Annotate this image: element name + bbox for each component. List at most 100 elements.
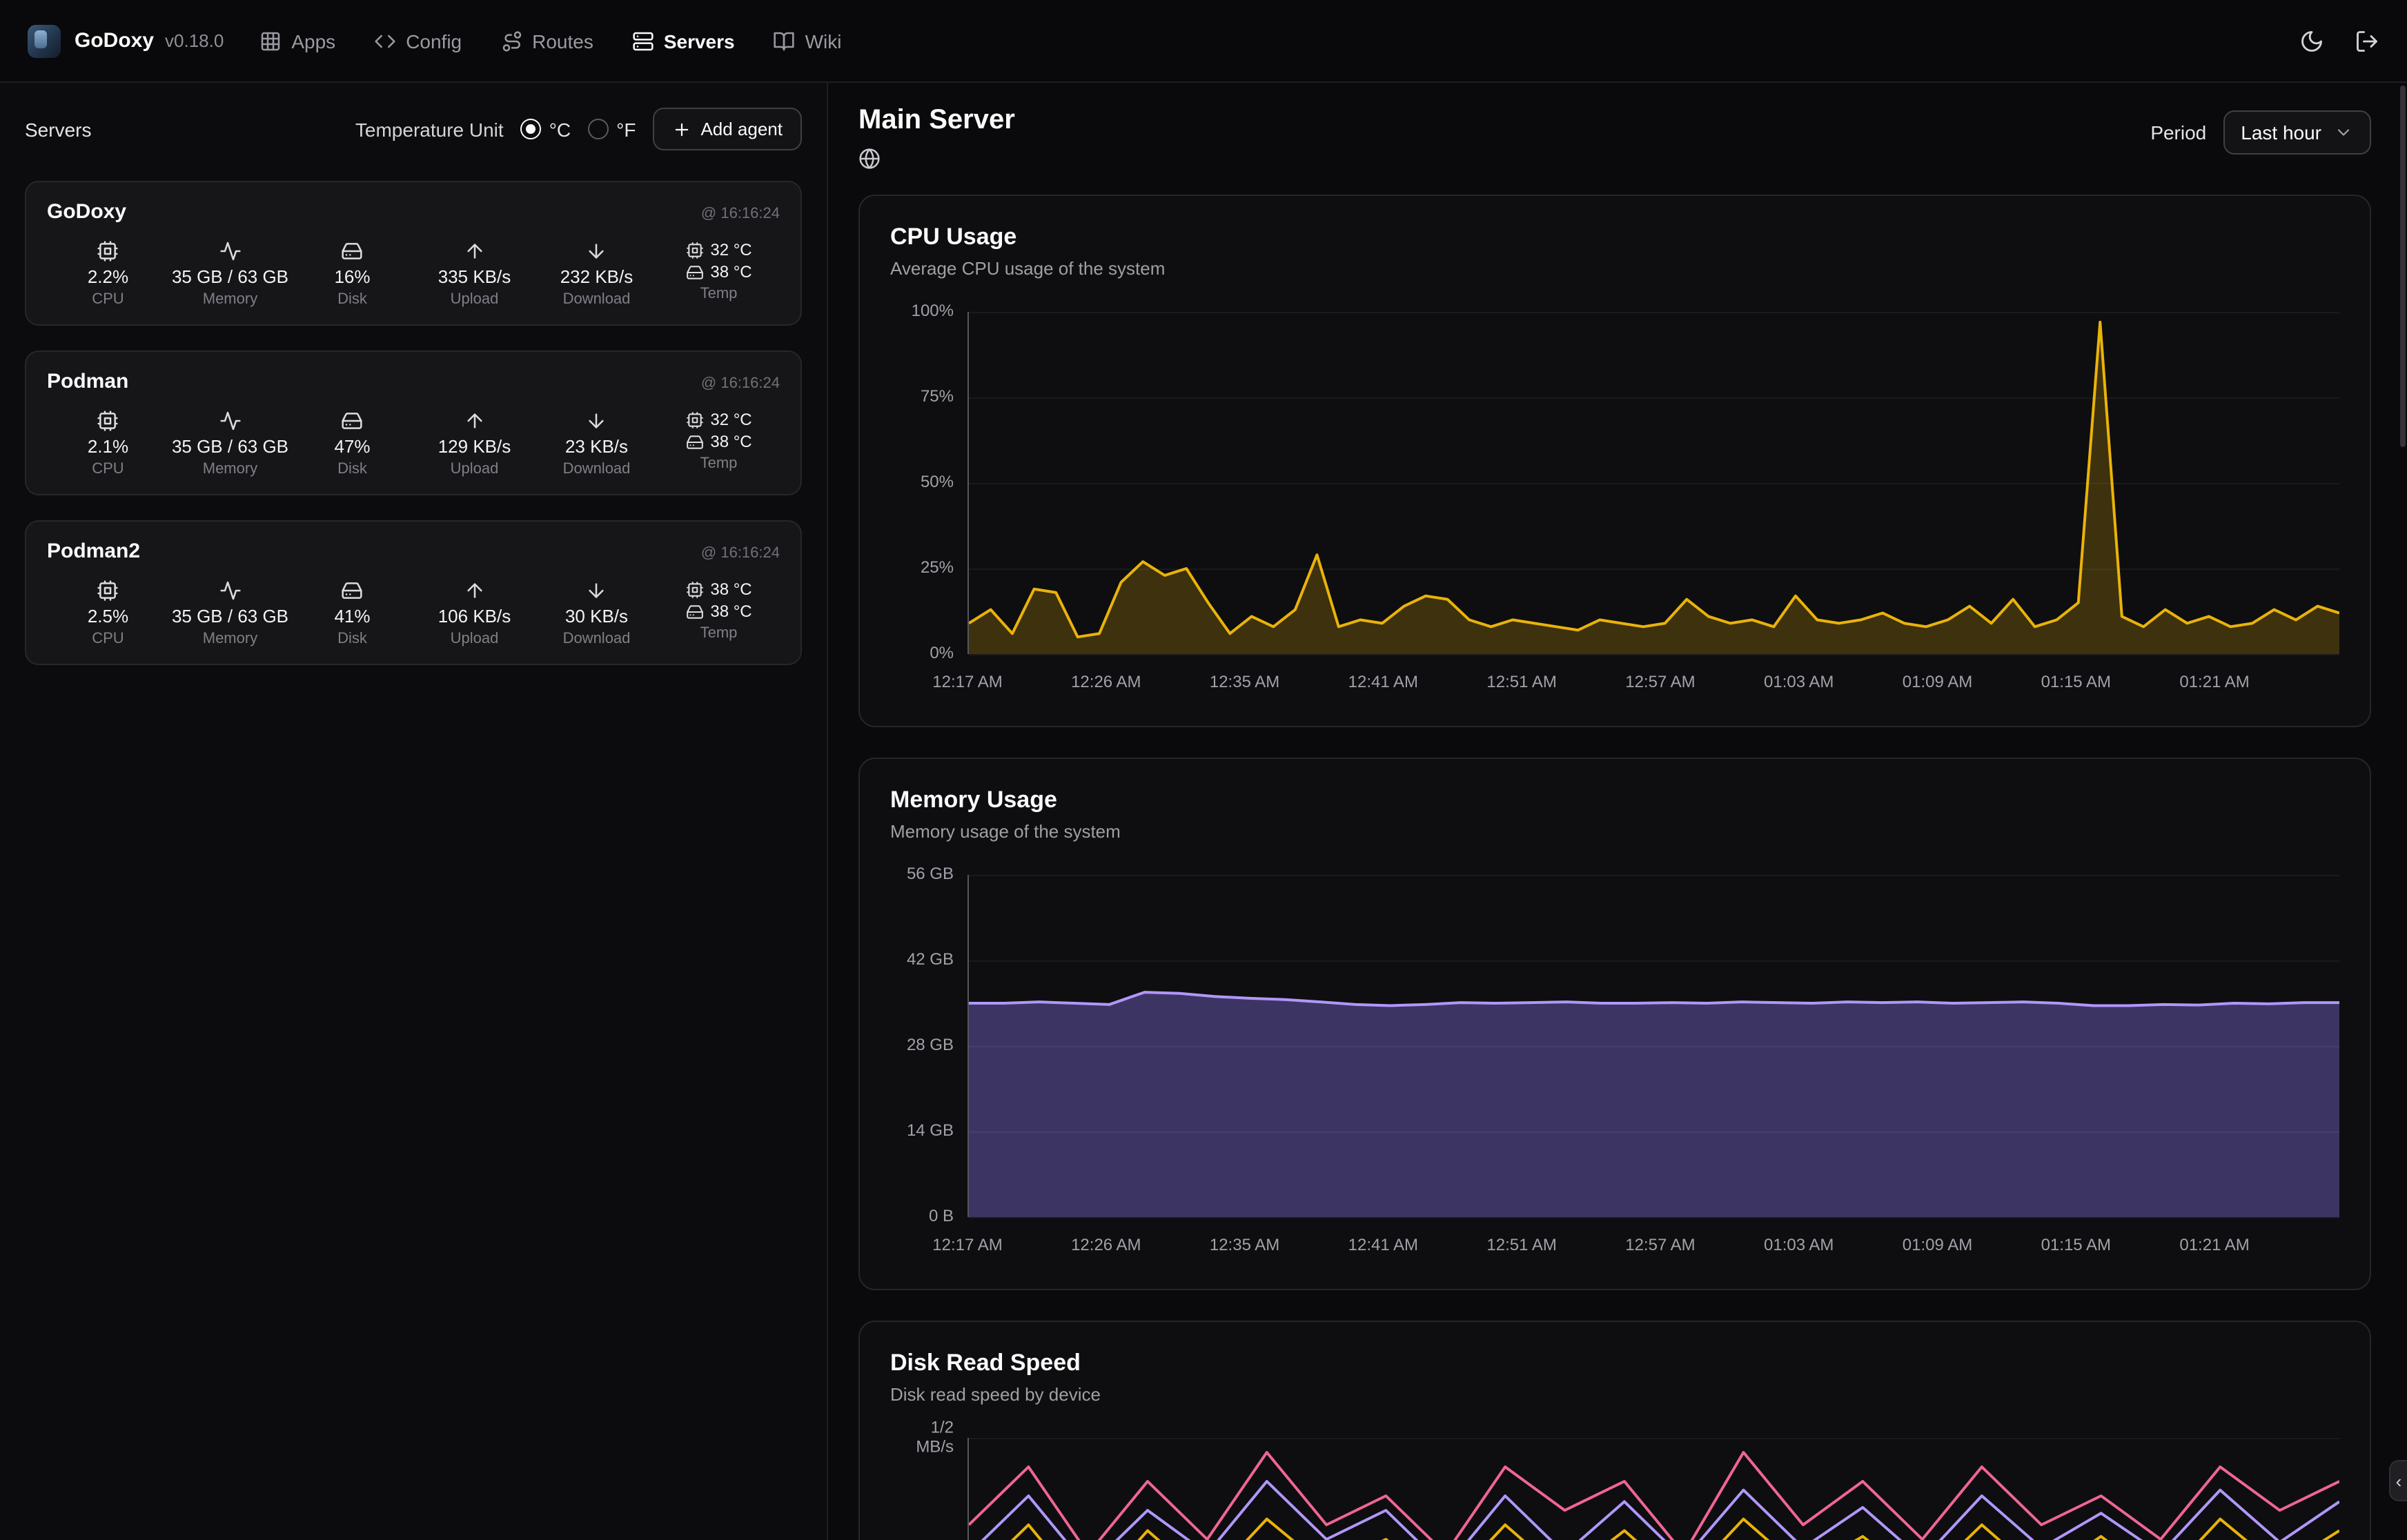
chart-title: Disk Read Speed [890, 1350, 2339, 1377]
add-agent-button[interactable]: Add agent [652, 108, 802, 150]
temp-disk-row: 38 °C [685, 432, 751, 451]
stat-download: 232 KB/s Download [536, 240, 658, 308]
unit-fahrenheit-radio[interactable]: °F [587, 118, 636, 140]
cpu-icon [97, 410, 119, 432]
download-label: Download [563, 461, 631, 477]
period-control: Period Last hour [2150, 110, 2371, 155]
dark-mode-toggle-moon-icon[interactable] [2299, 28, 2324, 53]
sidebar-header-controls: Temperature Unit °C °F Add agent [355, 108, 802, 150]
main-title-block: Main Server [858, 105, 1015, 170]
logout-icon[interactable] [2355, 28, 2379, 53]
chevron-left-icon: ‹ [2396, 1470, 2402, 1491]
disk-read-speed-chart: 1/2 MB/s [890, 1438, 2339, 1540]
plot-area [967, 875, 2339, 1217]
server-updated-time: @ 16:16:24 [701, 206, 780, 222]
hard-drive-icon [342, 240, 364, 262]
sidebar-header: Servers Temperature Unit °C °F Add agent [25, 108, 802, 150]
stat-disk: 47% Disk [291, 410, 413, 477]
top-navbar: GoDoxy v0.18.0 Apps Config Routes Server… [0, 0, 2407, 83]
temp-rows: 38 °C 38 °C [685, 580, 751, 621]
memory-label: Memory [203, 461, 257, 477]
temp-disk-value: 38 °C [710, 602, 751, 621]
hard-drive-icon [342, 410, 364, 432]
stat-memory: 35 GB / 63 GB Memory [169, 580, 291, 647]
main-header: Main Server Period Last hour [858, 105, 2371, 170]
hard-drive-icon [685, 602, 703, 620]
temp-cpu-value: 32 °C [710, 240, 751, 259]
upload-label: Upload [451, 631, 499, 647]
server-stats-row: 2.2% CPU 35 GB / 63 GB Memory 16% Disk [47, 240, 780, 308]
code-icon [374, 30, 396, 52]
server-stats-row: 2.1% CPU 35 GB / 63 GB Memory 47% Disk [47, 410, 780, 477]
period-select[interactable]: Last hour [2223, 110, 2371, 155]
brand-name: GoDoxy [75, 29, 154, 52]
server-card-godoxy[interactable]: GoDoxy @ 16:16:24 2.2% CPU 35 GB / 63 GB… [25, 181, 802, 326]
period-label: Period [2150, 121, 2206, 144]
server-card-header: Podman2 @ 16:16:24 [47, 540, 780, 563]
server-stats-row: 2.5% CPU 35 GB / 63 GB Memory 41% Disk [47, 580, 780, 647]
nav-item-config[interactable]: Config [374, 30, 462, 52]
stat-temp: 32 °C 38 °C Temp [658, 240, 780, 308]
download-arrow-icon [586, 240, 608, 262]
download-value: 23 KB/s [565, 436, 628, 457]
unit-celsius-radio[interactable]: °C [520, 118, 571, 140]
nav-label: Apps [291, 30, 335, 52]
x-axis-labels: 12:17 AM12:26 AM12:35 AM12:41 AM12:51 AM… [967, 1231, 2339, 1267]
upload-arrow-icon [464, 580, 486, 602]
temp-label: Temp [700, 286, 738, 302]
activity-icon [219, 580, 242, 602]
godoxy-logo [28, 24, 61, 57]
nav-item-wiki[interactable]: Wiki [774, 30, 842, 52]
memory-label: Memory [203, 631, 257, 647]
download-label: Download [563, 631, 631, 647]
cpu-icon [97, 580, 119, 602]
servers-sidebar: Servers Temperature Unit °C °F Add agent [0, 83, 828, 1540]
y-axis-labels: 100%75%50%25%0% [890, 312, 967, 654]
download-value: 232 KB/s [560, 266, 633, 287]
sidebar-title: Servers [25, 118, 91, 140]
activity-icon [219, 240, 242, 262]
unit-celsius-label: °C [549, 118, 571, 140]
content-area: Servers Temperature Unit °C °F Add agent [0, 83, 2407, 1540]
nav-label: Routes [532, 30, 593, 52]
disk-value: 16% [334, 266, 370, 287]
nav-label: Servers [664, 30, 735, 52]
stat-download: 30 KB/s Download [536, 580, 658, 647]
chart-title: CPU Usage [890, 224, 2339, 251]
nav-item-apps[interactable]: Apps [259, 30, 335, 52]
upload-label: Upload [451, 291, 499, 308]
y-axis-labels: 1/2 MB/s [890, 1438, 967, 1540]
plus-icon [671, 119, 691, 139]
server-name: Podman [47, 370, 128, 393]
scrollbar-thumb[interactable] [2400, 86, 2406, 447]
memory-value: 35 GB / 63 GB [172, 606, 288, 626]
nav-item-routes[interactable]: Routes [500, 30, 593, 52]
server-name: GoDoxy [47, 200, 126, 224]
period-value: Last hour [2241, 121, 2321, 144]
main-panel: Main Server Period Last hour CPU Usage A… [828, 83, 2407, 1540]
server-card-podman[interactable]: Podman @ 16:16:24 2.1% CPU 35 GB / 63 GB… [25, 351, 802, 495]
download-arrow-icon [586, 410, 608, 432]
disk-label: Disk [337, 631, 367, 647]
cpu-usage-chart: 100%75%50%25%0% 12:17 AM12:26 AM12:35 AM… [890, 312, 2339, 704]
disk-read-speed-card: Disk Read Speed Disk read speed by devic… [858, 1321, 2371, 1540]
cpu-label: CPU [92, 631, 124, 647]
server-updated-time: @ 16:16:24 [701, 545, 780, 562]
cpu-value: 2.1% [88, 436, 128, 457]
y-axis-labels: 56 GB42 GB28 GB14 GB0 B [890, 875, 967, 1217]
collapse-panel-handle[interactable]: ‹ [2389, 1460, 2407, 1501]
plot-area [967, 312, 2339, 654]
memory-usage-chart: 56 GB42 GB28 GB14 GB0 B 12:17 AM12:26 AM… [890, 875, 2339, 1267]
upload-value: 335 KB/s [438, 266, 511, 287]
memory-usage-card: Memory Usage Memory usage of the system … [858, 758, 2371, 1290]
nav-item-servers[interactable]: Servers [632, 30, 735, 52]
temp-disk-row: 38 °C [685, 602, 751, 621]
stat-cpu: 2.2% CPU [47, 240, 169, 308]
cpu-value: 2.5% [88, 606, 128, 626]
stat-upload: 129 KB/s Upload [413, 410, 536, 477]
disk-value: 41% [334, 606, 370, 626]
temp-cpu-row: 32 °C [685, 410, 751, 429]
server-card-podman2[interactable]: Podman2 @ 16:16:24 2.5% CPU 35 GB / 63 G… [25, 520, 802, 665]
temp-cpu-row: 38 °C [685, 580, 751, 599]
temp-label: Temp [700, 625, 738, 642]
